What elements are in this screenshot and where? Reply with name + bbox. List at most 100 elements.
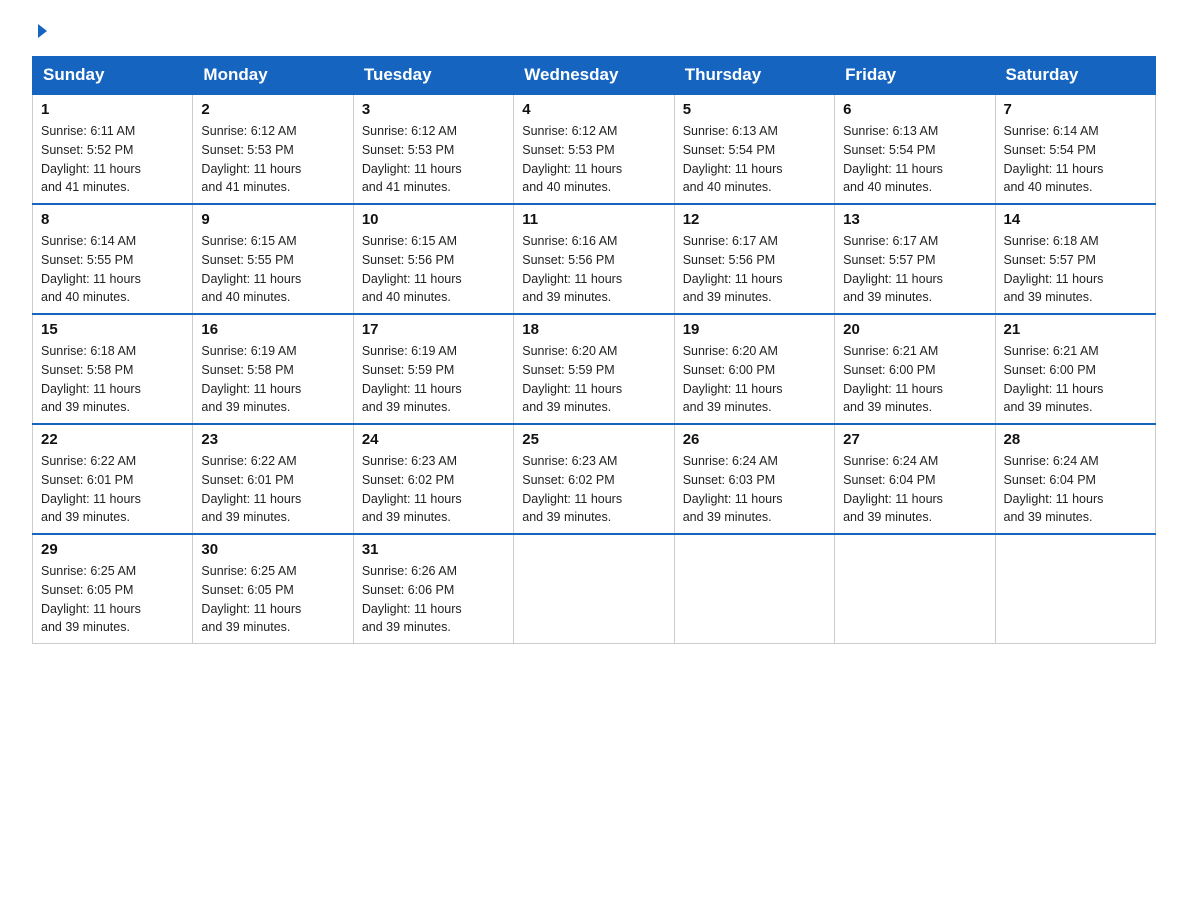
calendar-cell: 30 Sunrise: 6:25 AM Sunset: 6:05 PM Dayl…	[193, 534, 353, 644]
day-info: Sunrise: 6:17 AM Sunset: 5:57 PM Dayligh…	[843, 232, 986, 307]
page-header	[32, 24, 1156, 38]
calendar-header-sunday: Sunday	[33, 57, 193, 95]
calendar-cell	[835, 534, 995, 644]
day-number: 22	[41, 431, 184, 448]
calendar-cell	[995, 534, 1155, 644]
day-number: 29	[41, 541, 184, 558]
day-number: 4	[522, 101, 665, 118]
calendar-week-5: 29 Sunrise: 6:25 AM Sunset: 6:05 PM Dayl…	[33, 534, 1156, 644]
calendar-header-wednesday: Wednesday	[514, 57, 674, 95]
day-number: 21	[1004, 321, 1147, 338]
calendar-cell: 8 Sunrise: 6:14 AM Sunset: 5:55 PM Dayli…	[33, 204, 193, 314]
day-number: 25	[522, 431, 665, 448]
day-number: 19	[683, 321, 826, 338]
day-number: 1	[41, 101, 184, 118]
day-info: Sunrise: 6:24 AM Sunset: 6:04 PM Dayligh…	[1004, 452, 1147, 527]
day-number: 18	[522, 321, 665, 338]
day-number: 26	[683, 431, 826, 448]
calendar-cell: 25 Sunrise: 6:23 AM Sunset: 6:02 PM Dayl…	[514, 424, 674, 534]
day-info: Sunrise: 6:25 AM Sunset: 6:05 PM Dayligh…	[201, 562, 344, 637]
day-info: Sunrise: 6:13 AM Sunset: 5:54 PM Dayligh…	[843, 122, 986, 197]
day-info: Sunrise: 6:15 AM Sunset: 5:56 PM Dayligh…	[362, 232, 505, 307]
day-number: 30	[201, 541, 344, 558]
day-number: 27	[843, 431, 986, 448]
day-info: Sunrise: 6:25 AM Sunset: 6:05 PM Dayligh…	[41, 562, 184, 637]
calendar-header-thursday: Thursday	[674, 57, 834, 95]
logo-arrow-icon	[38, 24, 47, 38]
day-info: Sunrise: 6:14 AM Sunset: 5:55 PM Dayligh…	[41, 232, 184, 307]
day-info: Sunrise: 6:13 AM Sunset: 5:54 PM Dayligh…	[683, 122, 826, 197]
calendar-cell: 24 Sunrise: 6:23 AM Sunset: 6:02 PM Dayl…	[353, 424, 513, 534]
calendar-cell: 23 Sunrise: 6:22 AM Sunset: 6:01 PM Dayl…	[193, 424, 353, 534]
day-number: 11	[522, 211, 665, 228]
calendar-cell: 21 Sunrise: 6:21 AM Sunset: 6:00 PM Dayl…	[995, 314, 1155, 424]
day-info: Sunrise: 6:21 AM Sunset: 6:00 PM Dayligh…	[1004, 342, 1147, 417]
calendar-cell: 4 Sunrise: 6:12 AM Sunset: 5:53 PM Dayli…	[514, 94, 674, 204]
calendar-cell: 7 Sunrise: 6:14 AM Sunset: 5:54 PM Dayli…	[995, 94, 1155, 204]
day-info: Sunrise: 6:18 AM Sunset: 5:57 PM Dayligh…	[1004, 232, 1147, 307]
logo	[32, 24, 47, 38]
day-info: Sunrise: 6:12 AM Sunset: 5:53 PM Dayligh…	[201, 122, 344, 197]
calendar-cell: 20 Sunrise: 6:21 AM Sunset: 6:00 PM Dayl…	[835, 314, 995, 424]
day-info: Sunrise: 6:15 AM Sunset: 5:55 PM Dayligh…	[201, 232, 344, 307]
day-number: 24	[362, 431, 505, 448]
calendar-header-saturday: Saturday	[995, 57, 1155, 95]
calendar-header-tuesday: Tuesday	[353, 57, 513, 95]
calendar-cell: 27 Sunrise: 6:24 AM Sunset: 6:04 PM Dayl…	[835, 424, 995, 534]
day-number: 7	[1004, 101, 1147, 118]
day-number: 15	[41, 321, 184, 338]
calendar-week-1: 1 Sunrise: 6:11 AM Sunset: 5:52 PM Dayli…	[33, 94, 1156, 204]
calendar-cell: 5 Sunrise: 6:13 AM Sunset: 5:54 PM Dayli…	[674, 94, 834, 204]
day-info: Sunrise: 6:14 AM Sunset: 5:54 PM Dayligh…	[1004, 122, 1147, 197]
day-info: Sunrise: 6:12 AM Sunset: 5:53 PM Dayligh…	[522, 122, 665, 197]
day-info: Sunrise: 6:18 AM Sunset: 5:58 PM Dayligh…	[41, 342, 184, 417]
day-info: Sunrise: 6:21 AM Sunset: 6:00 PM Dayligh…	[843, 342, 986, 417]
day-info: Sunrise: 6:24 AM Sunset: 6:03 PM Dayligh…	[683, 452, 826, 527]
day-number: 10	[362, 211, 505, 228]
day-number: 31	[362, 541, 505, 558]
day-info: Sunrise: 6:16 AM Sunset: 5:56 PM Dayligh…	[522, 232, 665, 307]
day-number: 12	[683, 211, 826, 228]
day-number: 2	[201, 101, 344, 118]
day-info: Sunrise: 6:19 AM Sunset: 5:58 PM Dayligh…	[201, 342, 344, 417]
calendar-cell: 14 Sunrise: 6:18 AM Sunset: 5:57 PM Dayl…	[995, 204, 1155, 314]
day-info: Sunrise: 6:11 AM Sunset: 5:52 PM Dayligh…	[41, 122, 184, 197]
day-info: Sunrise: 6:26 AM Sunset: 6:06 PM Dayligh…	[362, 562, 505, 637]
day-info: Sunrise: 6:22 AM Sunset: 6:01 PM Dayligh…	[41, 452, 184, 527]
calendar-cell: 28 Sunrise: 6:24 AM Sunset: 6:04 PM Dayl…	[995, 424, 1155, 534]
calendar-week-2: 8 Sunrise: 6:14 AM Sunset: 5:55 PM Dayli…	[33, 204, 1156, 314]
day-number: 6	[843, 101, 986, 118]
calendar-header-monday: Monday	[193, 57, 353, 95]
calendar-cell	[514, 534, 674, 644]
calendar-table: SundayMondayTuesdayWednesdayThursdayFrid…	[32, 56, 1156, 644]
day-number: 3	[362, 101, 505, 118]
day-number: 28	[1004, 431, 1147, 448]
calendar-header-friday: Friday	[835, 57, 995, 95]
calendar-cell: 13 Sunrise: 6:17 AM Sunset: 5:57 PM Dayl…	[835, 204, 995, 314]
calendar-cell: 19 Sunrise: 6:20 AM Sunset: 6:00 PM Dayl…	[674, 314, 834, 424]
calendar-cell: 29 Sunrise: 6:25 AM Sunset: 6:05 PM Dayl…	[33, 534, 193, 644]
day-info: Sunrise: 6:19 AM Sunset: 5:59 PM Dayligh…	[362, 342, 505, 417]
calendar-cell: 15 Sunrise: 6:18 AM Sunset: 5:58 PM Dayl…	[33, 314, 193, 424]
calendar-cell: 22 Sunrise: 6:22 AM Sunset: 6:01 PM Dayl…	[33, 424, 193, 534]
calendar-week-4: 22 Sunrise: 6:22 AM Sunset: 6:01 PM Dayl…	[33, 424, 1156, 534]
calendar-cell: 31 Sunrise: 6:26 AM Sunset: 6:06 PM Dayl…	[353, 534, 513, 644]
calendar-header-row: SundayMondayTuesdayWednesdayThursdayFrid…	[33, 57, 1156, 95]
day-info: Sunrise: 6:24 AM Sunset: 6:04 PM Dayligh…	[843, 452, 986, 527]
day-number: 20	[843, 321, 986, 338]
day-number: 16	[201, 321, 344, 338]
day-info: Sunrise: 6:23 AM Sunset: 6:02 PM Dayligh…	[362, 452, 505, 527]
day-info: Sunrise: 6:12 AM Sunset: 5:53 PM Dayligh…	[362, 122, 505, 197]
calendar-cell: 17 Sunrise: 6:19 AM Sunset: 5:59 PM Dayl…	[353, 314, 513, 424]
calendar-cell: 26 Sunrise: 6:24 AM Sunset: 6:03 PM Dayl…	[674, 424, 834, 534]
day-number: 8	[41, 211, 184, 228]
calendar-cell: 10 Sunrise: 6:15 AM Sunset: 5:56 PM Dayl…	[353, 204, 513, 314]
calendar-cell: 18 Sunrise: 6:20 AM Sunset: 5:59 PM Dayl…	[514, 314, 674, 424]
calendar-cell: 2 Sunrise: 6:12 AM Sunset: 5:53 PM Dayli…	[193, 94, 353, 204]
calendar-cell: 6 Sunrise: 6:13 AM Sunset: 5:54 PM Dayli…	[835, 94, 995, 204]
calendar-cell: 9 Sunrise: 6:15 AM Sunset: 5:55 PM Dayli…	[193, 204, 353, 314]
calendar-cell: 16 Sunrise: 6:19 AM Sunset: 5:58 PM Dayl…	[193, 314, 353, 424]
day-info: Sunrise: 6:22 AM Sunset: 6:01 PM Dayligh…	[201, 452, 344, 527]
day-info: Sunrise: 6:20 AM Sunset: 5:59 PM Dayligh…	[522, 342, 665, 417]
day-number: 23	[201, 431, 344, 448]
